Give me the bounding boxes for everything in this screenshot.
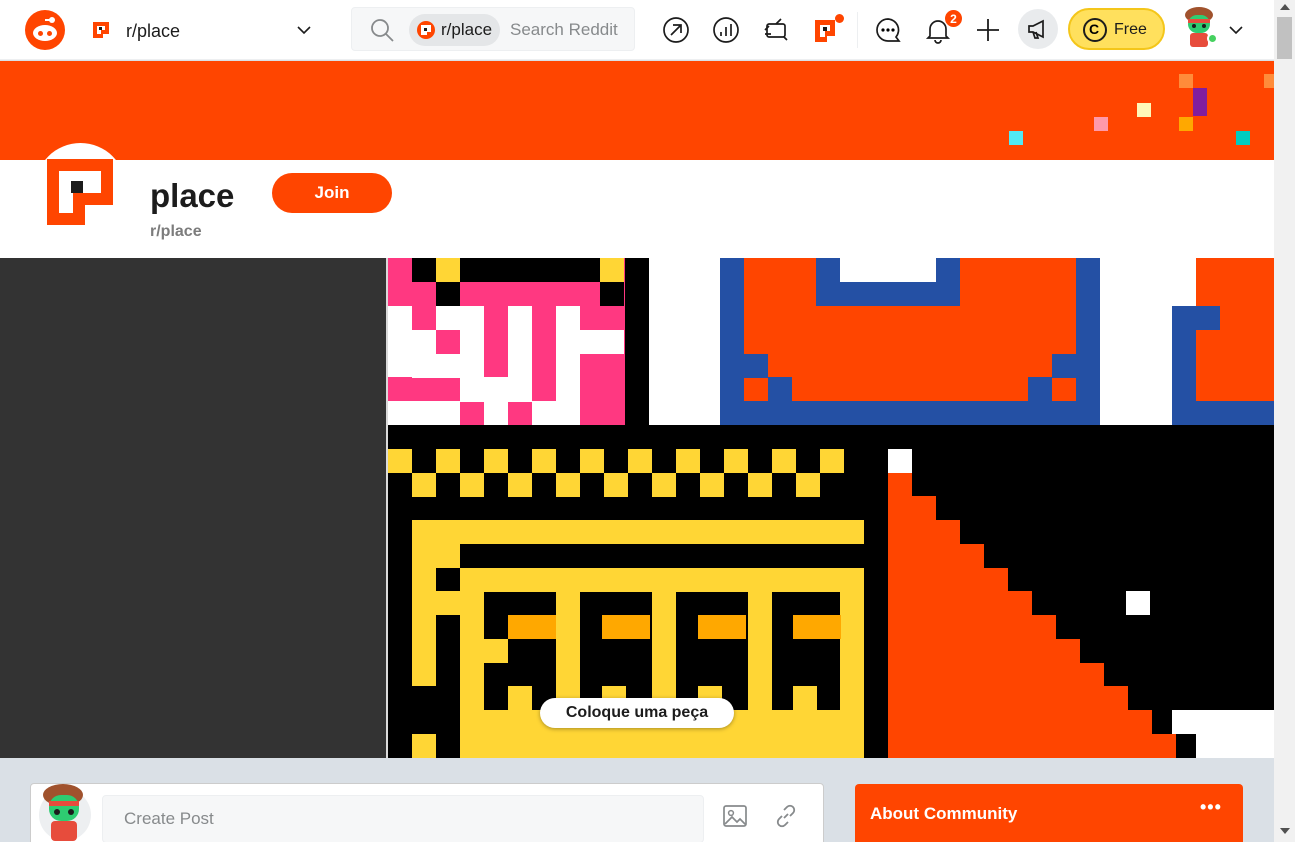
pixel-art xyxy=(388,258,1274,758)
place-icon xyxy=(417,21,435,39)
chevron-down-icon xyxy=(297,26,311,35)
chat-button[interactable] xyxy=(870,12,906,48)
create-post-bar: Create Post xyxy=(30,783,824,842)
community-title: place xyxy=(150,177,235,214)
place-button[interactable] xyxy=(808,12,844,48)
community-subreddit-name: r/place xyxy=(150,223,202,240)
chat-icon xyxy=(876,18,901,42)
community-header: place Join r/place xyxy=(0,143,1274,258)
reddit-place-page: r/place r/place Search Reddit 2 C Free p… xyxy=(0,0,1295,842)
community-banner xyxy=(0,61,1274,160)
stats-button[interactable] xyxy=(708,12,744,48)
online-status-dot xyxy=(1207,33,1218,44)
community-switcher-label: r/place xyxy=(126,21,181,41)
megaphone-icon xyxy=(1028,19,1044,39)
banner-pixel xyxy=(1179,117,1193,131)
page-scrollbar[interactable] xyxy=(1274,0,1295,842)
more-options-icon[interactable]: ••• xyxy=(1200,797,1222,818)
banner-pixel xyxy=(1179,74,1193,88)
scroll-thumb[interactable] xyxy=(1277,17,1292,59)
notification-count-badge: 2 xyxy=(944,9,963,28)
watch-icon xyxy=(764,18,788,41)
community-icon xyxy=(35,143,126,234)
popular-button[interactable] xyxy=(658,12,694,48)
advertise-button[interactable] xyxy=(1018,9,1058,49)
chevron-down-icon[interactable] xyxy=(1228,22,1244,38)
notifications-button[interactable]: 2 xyxy=(920,9,963,48)
create-post-button[interactable] xyxy=(970,12,1006,48)
banner-pixel xyxy=(1137,103,1151,117)
place-icon xyxy=(93,22,109,38)
search-scope-label: r/place xyxy=(441,20,493,39)
plus-icon xyxy=(977,19,999,41)
avatar[interactable] xyxy=(37,781,93,842)
stats-icon xyxy=(713,17,739,43)
banner-pixel xyxy=(1236,131,1250,145)
coins-free-button[interactable]: Free xyxy=(1068,8,1165,50)
coins-free-label: Free xyxy=(1114,21,1147,38)
about-community-title: About Community xyxy=(870,804,1018,823)
place-tile-button[interactable]: Coloque uma peça xyxy=(540,698,734,728)
banner-pixel xyxy=(1193,88,1207,116)
search-scope-chip[interactable]: r/place xyxy=(409,14,501,46)
place-notification-dot xyxy=(835,14,844,23)
popular-icon xyxy=(663,17,689,43)
join-button[interactable]: Join xyxy=(272,173,392,213)
link-post-button[interactable] xyxy=(773,803,809,839)
search-input[interactable]: Search Reddit xyxy=(510,20,630,40)
search-icon xyxy=(371,19,394,42)
reddit-logo-icon[interactable] xyxy=(25,10,65,50)
image-icon xyxy=(723,805,747,827)
top-navigation-bar: r/place r/place Search Reddit 2 C Free xyxy=(0,0,1274,60)
link-icon xyxy=(776,804,796,828)
place-icon xyxy=(47,159,113,225)
place-canvas[interactable] xyxy=(386,258,1274,758)
coin-icon xyxy=(1083,18,1107,42)
search-bar[interactable]: r/place Search Reddit xyxy=(351,7,635,51)
user-avatar[interactable] xyxy=(1182,5,1218,49)
community-switcher[interactable]: r/place xyxy=(82,10,326,50)
watch-button[interactable] xyxy=(758,12,794,48)
place-canvas-viewport[interactable]: Coloque uma peça xyxy=(0,258,1274,758)
banner-pixel xyxy=(1264,74,1274,88)
create-post-input[interactable]: Create Post xyxy=(102,795,704,842)
banner-pixel xyxy=(1094,117,1108,131)
image-post-button[interactable] xyxy=(722,803,758,839)
scroll-up-arrow-icon[interactable] xyxy=(1280,4,1290,10)
about-community-card: About Community ••• xyxy=(855,784,1243,842)
banner-pixel xyxy=(1009,131,1023,145)
scroll-down-arrow-icon[interactable] xyxy=(1280,828,1290,834)
header-divider xyxy=(857,12,858,48)
